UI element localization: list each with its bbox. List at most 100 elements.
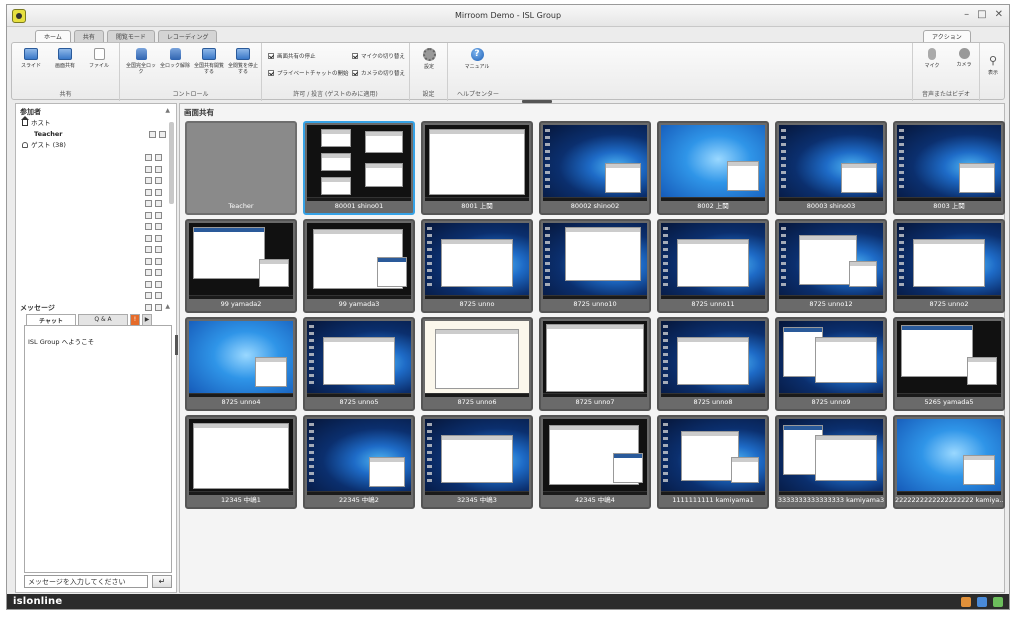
guest-row[interactable]: [132, 164, 162, 176]
person-mini-icon[interactable]: [155, 269, 162, 276]
guest-row[interactable]: [132, 152, 162, 164]
participant-thumbnail[interactable]: 8002 上関: [657, 121, 769, 215]
participant-thumbnail[interactable]: 8725 unno10: [539, 219, 651, 313]
participant-teacher[interactable]: Teacher: [16, 129, 166, 140]
guest-row[interactable]: [132, 175, 162, 187]
chat-input[interactable]: [24, 575, 148, 588]
participant-thumbnail[interactable]: 8725 unno: [421, 219, 533, 313]
tab-view-mode[interactable]: 閲覧モード: [106, 30, 155, 42]
participant-thumbnail[interactable]: 22345 中嶋2: [303, 415, 415, 509]
tab-action[interactable]: アクション: [923, 30, 971, 42]
person-mini-icon[interactable]: [155, 223, 162, 230]
monitor-mini-icon[interactable]: [145, 211, 152, 219]
tab-chat[interactable]: チャット: [26, 314, 76, 325]
collapse-up-icon[interactable]: ▲: [165, 107, 170, 114]
participant-thumbnail[interactable]: 99 yamada3: [303, 219, 415, 313]
participant-thumbnail[interactable]: 8725 unno4: [185, 317, 297, 411]
participant-thumbnail[interactable]: 32345 中嶋3: [421, 415, 533, 509]
document-icon[interactable]: [977, 597, 987, 607]
guest-row[interactable]: [132, 210, 162, 222]
maximize-button[interactable]: □: [977, 9, 986, 20]
monitor-mini-icon[interactable]: [149, 131, 156, 138]
monitor-mini-icon[interactable]: [145, 292, 152, 299]
host-group[interactable]: ホスト: [16, 116, 166, 129]
tab-scroll-right[interactable]: ▶: [142, 314, 152, 325]
person-mini-icon[interactable]: [155, 177, 162, 184]
participant-thumbnail[interactable]: 1111111111 kamiyama1: [657, 415, 769, 509]
participant-thumbnail[interactable]: 8725 unno9: [775, 317, 887, 411]
participant-thumbnail[interactable]: 80001 shino01: [303, 121, 415, 215]
participant-thumbnail[interactable]: 5265 yamada5: [893, 317, 1005, 411]
file-button[interactable]: ファイル: [82, 48, 116, 69]
monitor-mini-icon[interactable]: [145, 200, 152, 207]
participant-thumbnail[interactable]: 8725 unno8: [657, 317, 769, 411]
manual-button[interactable]: ? マニュアル: [460, 48, 494, 70]
participant-thumbnail[interactable]: 8001 上関: [421, 121, 533, 215]
lock-all-button[interactable]: 全国完全ロック: [124, 48, 158, 75]
participants-scrollbar[interactable]: [169, 122, 174, 204]
tab-recording[interactable]: レコーディング: [157, 30, 218, 42]
person-mini-icon[interactable]: [155, 234, 162, 242]
participant-thumbnail[interactable]: 8725 unno5: [303, 317, 415, 411]
participant-thumbnail[interactable]: 80003 shino03: [775, 121, 887, 215]
stop-view-button[interactable]: 全閲覧を停止する: [226, 48, 260, 75]
participant-thumbnail[interactable]: 99 yamada2: [185, 219, 297, 313]
monitor-mini-icon[interactable]: [145, 223, 152, 230]
collapse-up-icon[interactable]: ▲: [165, 303, 170, 310]
participant-thumbnail[interactable]: 8725 unno7: [539, 317, 651, 411]
stop-screen-share-checkbox[interactable]: 画面共有の停止: [268, 52, 316, 60]
guest-row[interactable]: [132, 233, 162, 245]
person-mini-icon[interactable]: [155, 200, 162, 207]
participant-thumbnail[interactable]: 8725 unno6: [421, 317, 533, 411]
settings-button[interactable]: 設定: [412, 48, 446, 70]
guest-row[interactable]: [132, 198, 162, 210]
mic-toggle-checkbox[interactable]: マイクの切り替え: [352, 52, 405, 60]
participant-thumbnail[interactable]: 12345 中嶋1: [185, 415, 297, 509]
tab-share[interactable]: 共有: [73, 30, 104, 42]
monitor-mini-icon[interactable]: [145, 165, 152, 173]
monitor-mini-icon[interactable]: [145, 246, 152, 253]
monitor-mini-icon[interactable]: [145, 177, 152, 184]
person-mini-icon[interactable]: [155, 246, 162, 253]
person-mini-icon[interactable]: [155, 188, 162, 196]
tab-home[interactable]: ホーム: [35, 30, 71, 42]
person-mini-icon[interactable]: [155, 280, 162, 288]
slide-button[interactable]: スライド: [14, 48, 48, 69]
guest-row[interactable]: [132, 267, 162, 279]
mic-button[interactable]: マイク: [915, 48, 949, 69]
unlock-all-button[interactable]: 全ロック解除: [158, 48, 192, 69]
guest-row[interactable]: [132, 221, 162, 233]
monitor-mini-icon[interactable]: [145, 234, 152, 242]
participant-thumbnail[interactable]: 8725 unno11: [657, 219, 769, 313]
monitor-mini-icon[interactable]: [145, 188, 152, 196]
screen-share-button[interactable]: 画面共有: [48, 48, 82, 69]
guest-row[interactable]: [132, 187, 162, 199]
monitor-mini-icon[interactable]: [145, 257, 152, 265]
person-mini-icon[interactable]: [155, 211, 162, 219]
participant-thumbnail[interactable]: 8003 上関: [893, 121, 1005, 215]
guest-row[interactable]: [132, 279, 162, 291]
participant-thumbnail[interactable]: 80002 shino02: [539, 121, 651, 215]
camera-toggle-checkbox[interactable]: カメラの切り替え: [352, 69, 405, 77]
person-mini-icon[interactable]: [155, 154, 162, 161]
participant-thumbnail[interactable]: 8725 unno12: [775, 219, 887, 313]
close-button[interactable]: ✕: [995, 9, 1003, 20]
participant-thumbnail[interactable]: 3333333333333333 kamiyama3: [775, 415, 887, 509]
guest-row[interactable]: [132, 256, 162, 268]
monitor-status-icon[interactable]: [993, 597, 1003, 607]
minimize-button[interactable]: –: [964, 9, 969, 20]
monitor-mini-icon[interactable]: [145, 280, 152, 288]
tab-alert[interactable]: !: [130, 314, 140, 325]
view-all-button[interactable]: 全国共有開覧する: [192, 48, 226, 75]
private-chat-checkbox[interactable]: プライベートチャットの開始: [268, 69, 348, 77]
participant-thumbnail[interactable]: Teacher: [185, 121, 297, 215]
chart-icon[interactable]: [961, 597, 971, 607]
person-mini-icon[interactable]: [155, 257, 162, 265]
guest-row[interactable]: [132, 244, 162, 256]
send-button[interactable]: ↵: [152, 575, 172, 588]
participant-thumbnail[interactable]: 2222222222222222222 kamiya...: [893, 415, 1005, 509]
tab-qa[interactable]: Q & A: [78, 314, 128, 325]
person-mini-icon[interactable]: [159, 131, 166, 138]
person-mini-icon[interactable]: [155, 165, 162, 173]
monitor-mini-icon[interactable]: [145, 269, 152, 276]
